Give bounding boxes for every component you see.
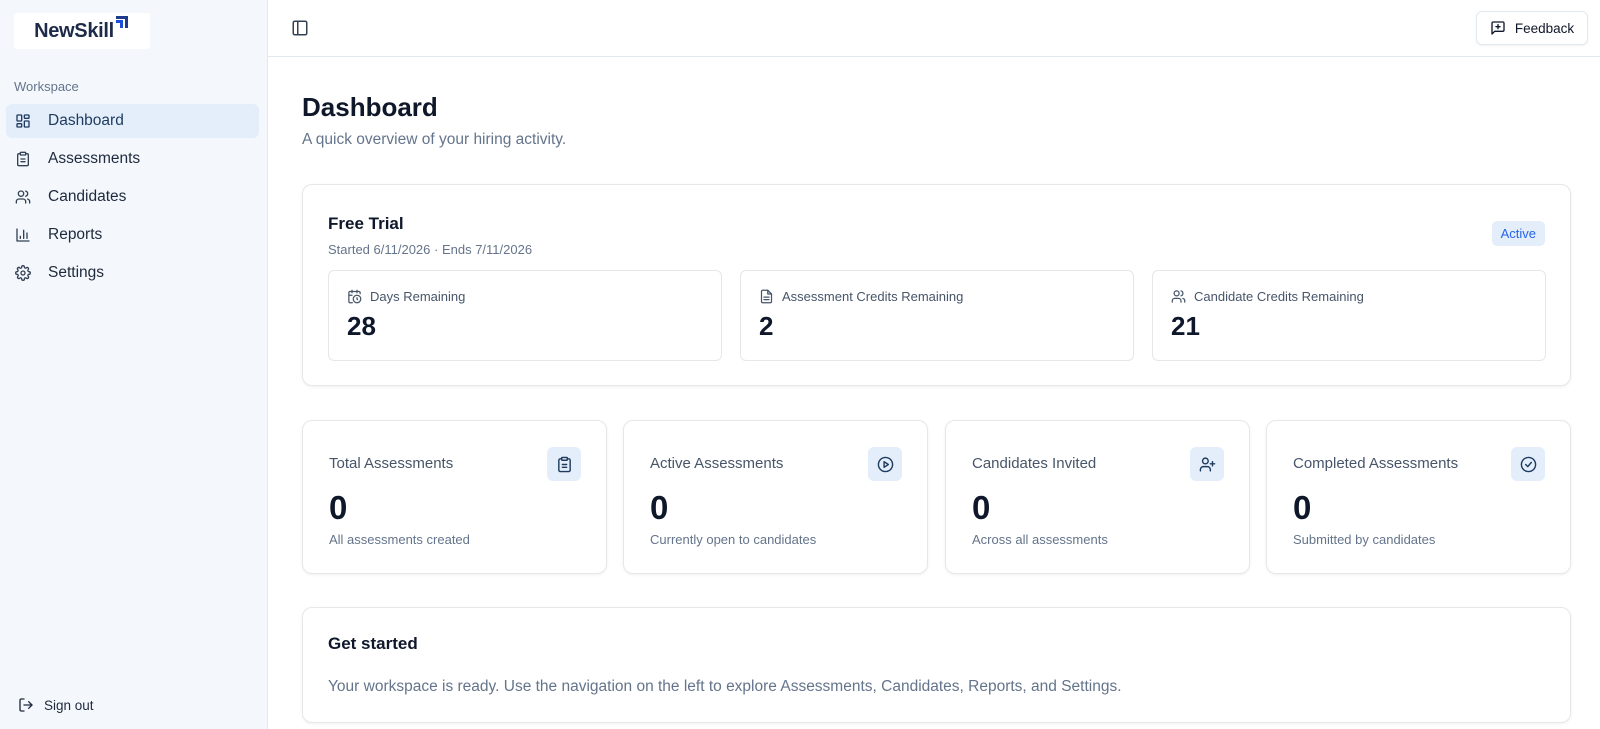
stat-value: 28 [347,311,376,341]
assessment-credits-stat: Assessment Credits Remaining 2 [740,270,1134,361]
metric-icon-box [547,447,581,481]
metric-title: Completed Assessments [1293,455,1459,472]
metric-value: 0 [329,489,348,526]
sidebar: NewSkill Workspace Dashboard Assessments [0,0,268,729]
topbar: Feedback [268,0,1600,57]
feedback-label: Feedback [1514,20,1575,36]
sidebar-nav: Dashboard Assessments Candidates Reports… [6,104,259,294]
free-trial-card: Free Trial Started 6/11/2026 · Ends 7/11… [302,184,1571,386]
stat-label: Candidate Credits Remaining [1194,289,1364,304]
page-subtitle: A quick overview of your hiring activity… [302,131,567,148]
candidate-credits-stat: Candidate Credits Remaining 21 [1152,270,1546,361]
clipboard-icon [17,151,29,167]
logo-mark-icon [115,15,128,28]
sign-out-button[interactable]: Sign out [18,697,94,713]
sidebar-item-assessments[interactable]: Assessments [6,142,259,176]
get-started-card: Get started Your workspace is ready. Use… [302,607,1571,723]
sidebar-item-reports[interactable]: Reports [6,218,259,252]
stat-value: 21 [1171,311,1200,341]
sidebar-item-label: Settings [48,264,105,281]
sidebar-item-label: Candidates [48,188,127,205]
sidebar-item-label: Assessments [48,150,141,167]
metric-value: 0 [1293,489,1312,526]
check-circle-icon [1520,456,1536,472]
logo-text: NewSkill [34,19,114,42]
user-plus-icon [1199,456,1215,472]
trial-dates: Started 6/11/2026 · Ends 7/11/2026 [328,242,533,257]
metric-icon-box [868,447,902,481]
log-out-icon [19,698,33,712]
days-remaining-stat: Days Remaining 28 [328,270,722,361]
status-badge: Active [1491,221,1545,246]
metric-description: All assessments created [329,532,470,547]
page-title: Dashboard [302,92,438,122]
sidebar-item-dashboard[interactable]: Dashboard [6,104,259,138]
workspace-label: Workspace [14,79,79,94]
metric-title: Active Assessments [650,455,784,472]
calendar-clock-icon [348,289,362,304]
stat-label: Days Remaining [370,289,466,304]
users-icon [1171,290,1186,303]
users-icon [15,190,31,204]
feedback-button[interactable]: Feedback [1476,11,1588,45]
sign-out-label: Sign out [44,697,94,713]
sidebar-item-label: Reports [48,226,103,243]
metric-value: 0 [972,489,991,526]
active-assessments-card: Active Assessments 0 Currently open to c… [623,420,928,574]
trial-title: Free Trial [328,214,404,233]
logo[interactable]: NewSkill [14,13,150,49]
candidates-invited-card: Candidates Invited 0 Across all assessme… [945,420,1250,574]
document-icon [760,289,773,304]
stat-label: Assessment Credits Remaining [782,289,964,304]
metric-value: 0 [650,489,669,526]
stat-value: 2 [759,311,774,341]
metric-icon-box [1190,447,1224,481]
metric-title: Total Assessments [329,455,454,472]
total-assessments-card: Total Assessments 0 All assessments crea… [302,420,607,574]
metric-description: Submitted by candidates [1293,532,1436,547]
metric-title: Candidates Invited [972,455,1097,472]
dashboard-icon [16,114,30,128]
metric-description: Currently open to candidates [650,532,817,547]
bar-chart-icon [16,228,30,242]
sidebar-item-settings[interactable]: Settings [6,256,259,290]
message-plus-icon [1491,21,1505,35]
sidebar-toggle-icon[interactable] [291,19,309,37]
get-started-body: Your workspace is ready. Use the navigat… [328,678,1122,695]
sidebar-item-candidates[interactable]: Candidates [6,180,259,214]
completed-assessments-card: Completed Assessments 0 Submitted by can… [1266,420,1571,574]
get-started-title: Get started [328,634,418,653]
metric-icon-box [1511,447,1545,481]
metric-description: Across all assessments [972,532,1108,547]
sidebar-item-label: Dashboard [48,112,124,129]
clipboard-icon [557,456,571,472]
gear-icon [15,265,31,281]
play-circle-icon [877,456,893,472]
